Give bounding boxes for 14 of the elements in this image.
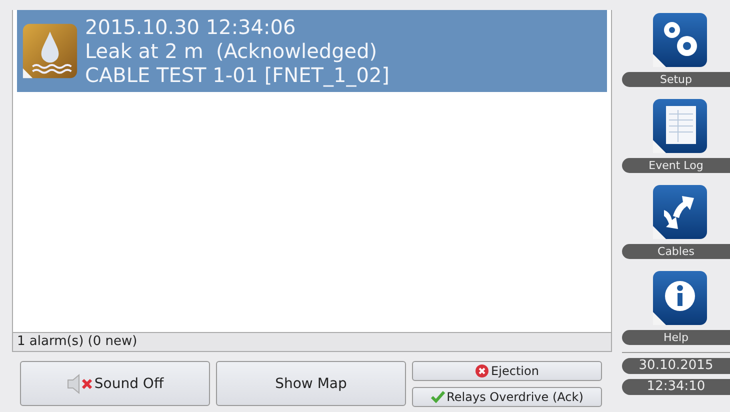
sidebar-label: Setup bbox=[622, 72, 730, 87]
alarm-text: 2015.10.30 12:34:06 bbox=[85, 15, 297, 39]
time-display: 12:34:10 bbox=[622, 379, 730, 395]
alarm-text: Leak at 2 m (Acknowledged) bbox=[85, 39, 378, 63]
date-display: 30.10.2015 bbox=[622, 358, 730, 374]
sidebar-label: Help bbox=[622, 330, 730, 345]
show-map-button[interactable]: Show Map bbox=[216, 361, 406, 406]
sound-off-button[interactable]: Sound Off bbox=[20, 361, 210, 406]
ejection-button[interactable]: Ejection bbox=[412, 361, 602, 381]
alarm-text: CABLE TEST 1-01 [FNET_1_02] bbox=[85, 63, 390, 87]
sidebar-label: Cables bbox=[622, 244, 730, 259]
alarm-count: 1 alarm(s) (0 new) bbox=[17, 334, 138, 349]
sidebar-label: Event Log bbox=[622, 158, 730, 173]
relays-button[interactable]: Relays Overdrive (Ack) bbox=[412, 387, 602, 407]
